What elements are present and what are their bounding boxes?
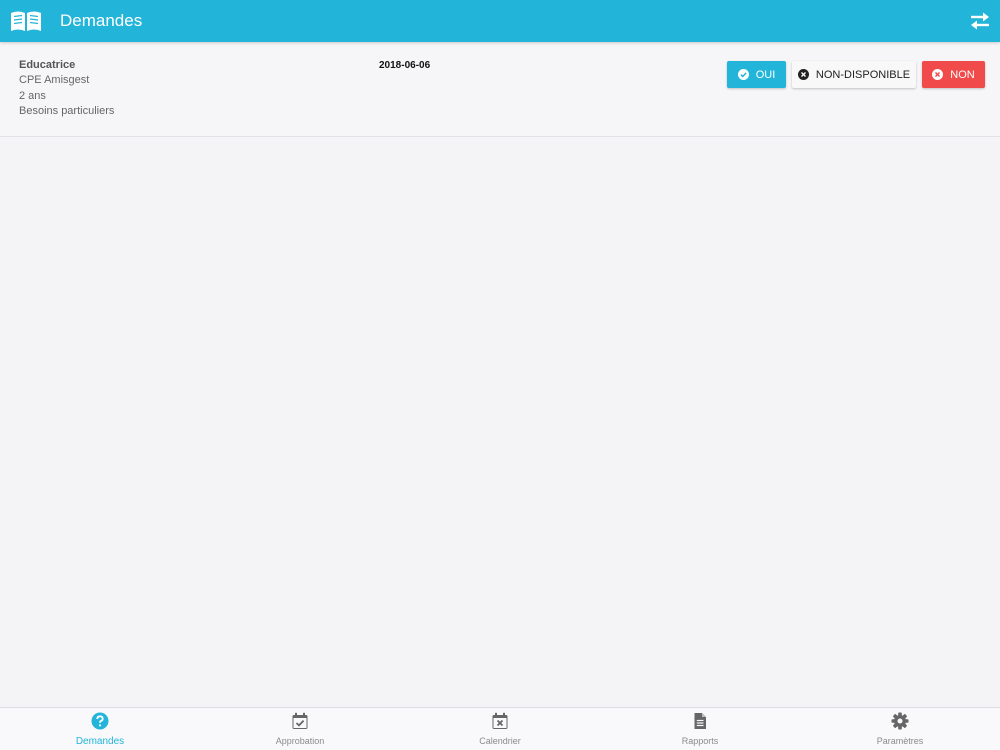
tab-approbation[interactable]: Approbation <box>200 708 400 750</box>
oui-button[interactable]: OUI <box>727 61 786 88</box>
non-button[interactable]: NON <box>922 61 985 88</box>
document-icon <box>694 713 706 729</box>
non-disponible-button[interactable]: NON-DISPONIBLE <box>792 61 916 88</box>
request-organization: CPE Amisgest <box>19 74 90 86</box>
request-row: Educatrice CPE Amisgest 2 ans Besoins pa… <box>0 42 1000 137</box>
gear-icon <box>891 712 909 730</box>
non-button-label: NON <box>950 68 975 81</box>
tab-calendrier[interactable]: Calendrier <box>400 708 600 750</box>
tab-demandes[interactable]: Demandes <box>0 708 200 750</box>
request-info: Educatrice CPE Amisgest 2 ans Besoins pa… <box>19 58 114 120</box>
tab-label: Calendrier <box>479 736 521 746</box>
question-circle-icon <box>91 712 109 730</box>
x-circle-icon <box>797 69 809 80</box>
page-title: Demandes <box>60 11 143 30</box>
x-circle-icon <box>932 69 944 80</box>
check-circle-icon <box>737 69 749 80</box>
tab-label: Rapports <box>681 736 719 746</box>
swap-arrows-icon[interactable] <box>968 11 992 31</box>
tab-label: Demandes <box>75 736 125 747</box>
request-title: Educatrice <box>19 59 76 71</box>
tab-label: Approbation <box>275 736 325 746</box>
open-book-icon <box>11 11 41 31</box>
tab-parametres[interactable]: Paramètres <box>800 708 1000 750</box>
calendar-x-icon <box>492 712 508 729</box>
request-age: 2 ans <box>19 89 46 102</box>
bottom-tab-bar: Demandes Approbation Calendrier Rapports… <box>0 707 1000 750</box>
non-disponible-button-label: NON-DISPONIBLE <box>815 68 911 81</box>
tab-rapports[interactable]: Rapports <box>600 708 800 750</box>
oui-button-label: OUI <box>755 68 776 81</box>
app-header: Demandes <box>0 0 1000 42</box>
calendar-check-icon <box>292 712 308 729</box>
tab-label: Paramètres <box>876 736 924 746</box>
request-date: 2018-06-06 <box>379 60 431 71</box>
request-needs: Besoins particuliers <box>19 105 115 117</box>
